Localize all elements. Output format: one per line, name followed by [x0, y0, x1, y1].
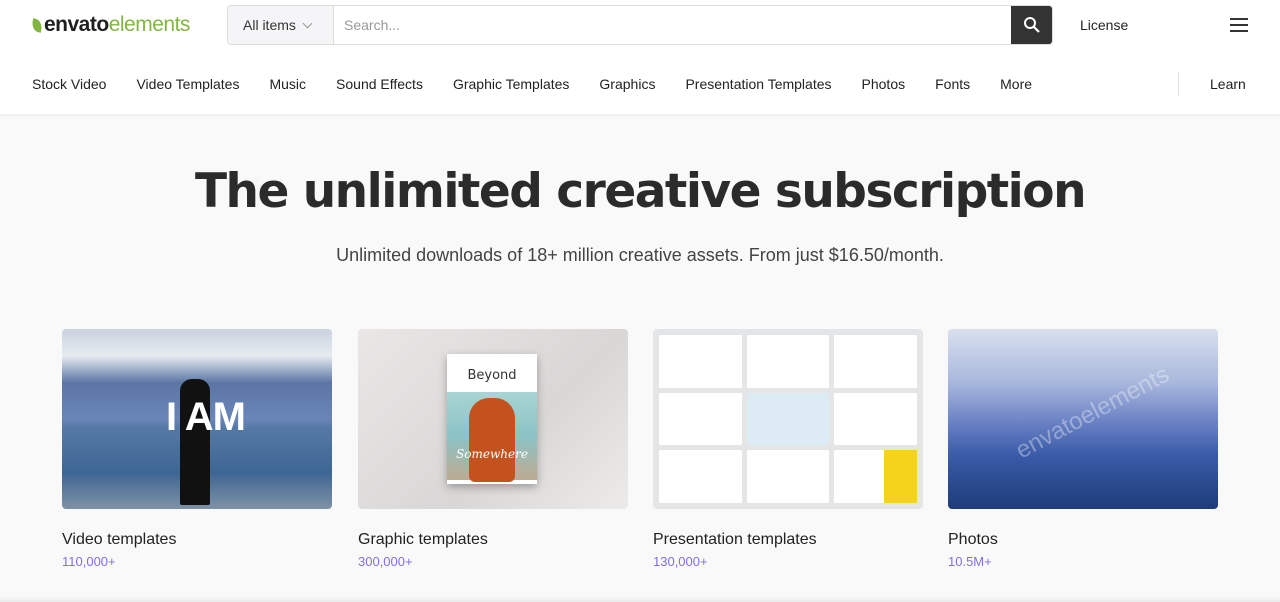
- search-input[interactable]: [334, 6, 1011, 44]
- nav-stock-video[interactable]: Stock Video: [32, 76, 106, 92]
- search-button[interactable]: [1011, 6, 1052, 44]
- divider: [1178, 72, 1179, 96]
- hero-subtitle: Unlimited downloads of 18+ million creat…: [336, 245, 944, 265]
- nav-video-templates[interactable]: Video Templates: [136, 76, 239, 92]
- card-count: 110,000+: [62, 554, 116, 569]
- card-title: Video templates: [62, 531, 177, 548]
- category-nav: Stock Video Video Templates Music Sound …: [32, 76, 1062, 92]
- nav-more[interactable]: More: [1000, 76, 1032, 92]
- card-image: envatoelements: [948, 329, 1218, 509]
- card-title: Graphic templates: [358, 531, 488, 548]
- nav-graphics[interactable]: Graphics: [599, 76, 655, 92]
- card-count: 130,000+: [653, 554, 708, 569]
- card-video-templates[interactable]: I AM Video templates 110,000+: [62, 329, 332, 569]
- card-photos[interactable]: envatoelements Photos 10.5M+: [948, 329, 1218, 569]
- card-count: 10.5M+: [948, 554, 992, 569]
- category-select[interactable]: All items: [228, 6, 334, 44]
- envato-elements-logo[interactable]: envato elements: [30, 13, 190, 37]
- header: envatoelements All items License Stock V…: [0, 0, 1280, 114]
- nav-graphic-templates[interactable]: Graphic Templates: [453, 76, 569, 92]
- nav-fonts[interactable]: Fonts: [935, 76, 970, 92]
- card-count: 300,000+: [358, 554, 413, 569]
- card-image: Beyond Somewhere: [358, 329, 628, 509]
- hamburger-menu-icon[interactable]: [1230, 18, 1248, 36]
- nav-learn[interactable]: Learn: [1210, 76, 1246, 92]
- nav-photos[interactable]: Photos: [862, 76, 906, 92]
- watermark: envatoelements: [1011, 360, 1174, 465]
- hero-title: The unlimited creative subscription: [194, 164, 1087, 219]
- search-bar: All items: [227, 5, 1053, 45]
- license-link[interactable]: License: [1080, 17, 1128, 33]
- leaf-icon: [30, 17, 44, 33]
- card-title: Presentation templates: [653, 531, 817, 548]
- card-image: [653, 329, 923, 509]
- chevron-down-icon: [302, 18, 313, 28]
- nav-music[interactable]: Music: [269, 76, 306, 92]
- search-icon: [1023, 17, 1040, 33]
- card-image: I AM: [62, 329, 332, 509]
- card-presentation-templates[interactable]: Presentation templates 130,000+: [653, 329, 923, 569]
- nav-presentation-templates[interactable]: Presentation Templates: [685, 76, 831, 92]
- nav-sound-effects[interactable]: Sound Effects: [336, 76, 423, 92]
- card-title: Photos: [948, 531, 998, 548]
- card-graphic-templates[interactable]: Beyond Somewhere Graphic templates 300,00…: [358, 329, 628, 569]
